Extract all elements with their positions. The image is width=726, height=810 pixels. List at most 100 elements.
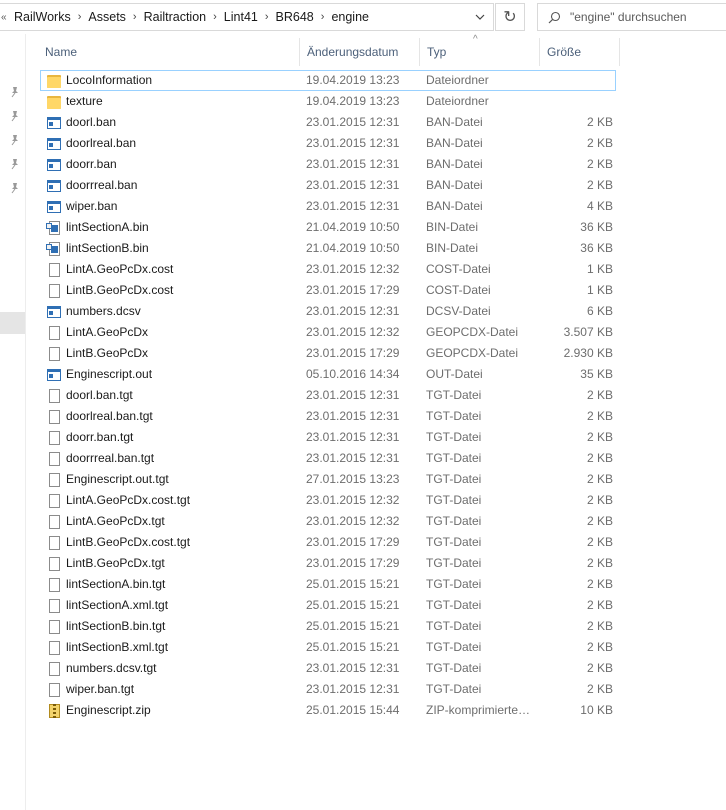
- file-row[interactable]: lintSectionB.xml.tgt 25.01.2015 15:21 TGT-…: [40, 637, 616, 658]
- file-type: Dateiordner: [426, 94, 489, 108]
- file-type: TGT-Datei: [426, 619, 482, 633]
- file-size: 2.930 KB: [563, 346, 613, 360]
- pin-icon[interactable]: [9, 158, 21, 170]
- file-date: 23.01.2015 12:31: [306, 304, 400, 318]
- breadcrumb-item[interactable]: engine: [329, 10, 371, 24]
- file-type: TGT-Datei: [426, 598, 482, 612]
- file-row[interactable]: lintSectionB.bin 21.04.2019 10:50 BIN-Date…: [40, 238, 616, 259]
- column-header-type[interactable]: Typ: [420, 38, 540, 66]
- file-date: 23.01.2015 12:31: [306, 682, 400, 696]
- file-row[interactable]: texture 19.04.2019 13:23 Dateiordner: [40, 91, 616, 112]
- file-icon: [46, 472, 62, 488]
- breadcrumb-separator-icon[interactable]: ›: [260, 11, 274, 23]
- file-row[interactable]: doorr.ban.tgt 23.01.2015 12:31 TGT-Datei 2 …: [40, 427, 616, 448]
- file-row[interactable]: Enginescript.zip 25.01.2015 15:44 ZIP-komp…: [40, 700, 616, 721]
- pin-icon[interactable]: [9, 182, 21, 194]
- file-date: 23.01.2015 12:31: [306, 388, 400, 402]
- file-row[interactable]: doorl.ban.tgt 23.01.2015 12:31 TGT-Datei 2 …: [40, 385, 616, 406]
- file-size: 2 KB: [586, 682, 613, 696]
- nav-selected-item[interactable]: [0, 312, 25, 334]
- pin-icon[interactable]: [9, 134, 21, 146]
- file-date: 05.10.2016 14:34: [306, 367, 400, 381]
- pin-icon[interactable]: [9, 110, 21, 122]
- file-type: BAN-Datei: [426, 178, 483, 192]
- file-row[interactable]: doorrreal.ban 23.01.2015 12:31 BAN-Datei 2 …: [40, 175, 616, 196]
- file-name: wiper.ban: [66, 199, 118, 213]
- file-row[interactable]: Enginescript.out 05.10.2016 14:34 OUT-Date…: [40, 364, 616, 385]
- search-box[interactable]: [537, 3, 726, 31]
- breadcrumb-separator-icon[interactable]: ›: [73, 11, 87, 23]
- file-row[interactable]: numbers.dcsv 23.01.2015 12:31 DCSV-Datei 6 …: [40, 301, 616, 322]
- refresh-button[interactable]: ↻: [495, 3, 525, 31]
- breadcrumb-item[interactable]: BR648: [274, 10, 316, 24]
- file-date: 23.01.2015 12:32: [306, 325, 400, 339]
- breadcrumb-item[interactable]: RailWorks: [12, 10, 73, 24]
- file-size: 2 KB: [586, 157, 613, 171]
- file-icon: [46, 325, 62, 341]
- breadcrumb-separator-icon[interactable]: ›: [316, 11, 330, 23]
- file-size: 2 KB: [586, 178, 613, 192]
- column-header-name[interactable]: Name: [38, 38, 300, 66]
- file-size: 2 KB: [586, 598, 613, 612]
- file-row[interactable]: lintSectionA.xml.tgt 25.01.2015 15:21 TGT-…: [40, 595, 616, 616]
- file-size: 6 KB: [586, 304, 613, 318]
- file-size: 2 KB: [586, 577, 613, 591]
- file-row[interactable]: LintA.GeoPcDx.cost 23.01.2015 12:32 COST-D…: [40, 259, 616, 280]
- file-row[interactable]: doorlreal.ban 23.01.2015 12:31 BAN-Datei 2 …: [40, 133, 616, 154]
- file-date: 23.01.2015 12:31: [306, 661, 400, 675]
- file-name: lintSectionB.bin: [66, 241, 149, 255]
- file-icon: [46, 451, 62, 467]
- file-row[interactable]: LintB.GeoPcDx.tgt 23.01.2015 17:29 TGT-Dat…: [40, 553, 616, 574]
- file-name: doorrreal.ban.tgt: [66, 451, 155, 465]
- address-bar[interactable]: « RailWorks › Assets › Railtraction › Lint41 › B…: [0, 3, 494, 31]
- toolbar: « RailWorks › Assets › Railtraction › Lint41 › B…: [0, 0, 726, 34]
- column-header-size[interactable]: Größe: [540, 38, 620, 66]
- file-name: LintB.GeoPcDx: [66, 346, 149, 360]
- file-name: doorr.ban.tgt: [66, 430, 134, 444]
- file-row[interactable]: doorrreal.ban.tgt 23.01.2015 12:31 TGT-Dat…: [40, 448, 616, 469]
- file-name: doorlreal.ban.tgt: [66, 409, 153, 423]
- search-input[interactable]: [570, 10, 720, 24]
- file-name: doorl.ban: [66, 115, 117, 129]
- breadcrumb-item[interactable]: Assets: [86, 10, 128, 24]
- file-row[interactable]: LintA.GeoPcDx.cost.tgt 23.01.2015 12:32 TG…: [40, 490, 616, 511]
- pin-icon[interactable]: [9, 86, 21, 98]
- file-row[interactable]: doorr.ban 23.01.2015 12:31 BAN-Datei 2 KB: [40, 154, 616, 175]
- breadcrumb-item[interactable]: Railtraction: [142, 10, 209, 24]
- file-name: LintA.GeoPcDx.cost.tgt: [66, 493, 191, 507]
- column-header-date[interactable]: Änderungsdatum: [300, 38, 420, 66]
- file-name: LintA.GeoPcDx.tgt: [66, 514, 165, 528]
- binary-file-icon: [46, 367, 62, 383]
- file-row[interactable]: doorlreal.ban.tgt 23.01.2015 12:31 TGT-Dat…: [40, 406, 616, 427]
- file-row[interactable]: doorl.ban 23.01.2015 12:31 BAN-Datei 2 KB: [40, 112, 616, 133]
- file-row[interactable]: LintA.GeoPcDx.tgt 23.01.2015 12:32 TGT-Dat…: [40, 511, 616, 532]
- file-row[interactable]: lintSectionB.bin.tgt 25.01.2015 15:21 TGT-…: [40, 616, 616, 637]
- file-row[interactable]: wiper.ban 23.01.2015 12:31 BAN-Datei 4 KB: [40, 196, 616, 217]
- file-name: LintB.GeoPcDx.cost.tgt: [66, 535, 191, 549]
- file-row[interactable]: Enginescript.out.tgt 27.01.2015 13:23 TGT-…: [40, 469, 616, 490]
- breadcrumb-separator-icon[interactable]: ›: [128, 11, 142, 23]
- bin-window-icon: [46, 220, 62, 236]
- file-icon: [46, 640, 62, 656]
- file-row[interactable]: LintB.GeoPcDx 23.01.2015 17:29 GEOPCDX-Dat…: [40, 343, 616, 364]
- file-row[interactable]: wiper.ban.tgt 23.01.2015 12:31 TGT-Datei 2 …: [40, 679, 616, 700]
- breadcrumb-separator-icon[interactable]: ›: [208, 11, 222, 23]
- breadcrumb-item[interactable]: Lint41: [222, 10, 260, 24]
- file-row[interactable]: LocoInformation 19.04.2019 13:23 Dateiordn…: [40, 70, 616, 91]
- overflow-chevron-icon[interactable]: «: [0, 12, 12, 23]
- file-icon: [46, 430, 62, 446]
- file-name: LintA.GeoPcDx.cost: [66, 262, 174, 276]
- file-row[interactable]: LintB.GeoPcDx.cost 23.01.2015 17:29 COST-D…: [40, 280, 616, 301]
- file-row[interactable]: LintB.GeoPcDx.cost.tgt 23.01.2015 17:29 TG…: [40, 532, 616, 553]
- file-row[interactable]: lintSectionA.bin.tgt 25.01.2015 15:21 TGT-…: [40, 574, 616, 595]
- file-row[interactable]: lintSectionA.bin 21.04.2019 10:50 BIN-Date…: [40, 217, 616, 238]
- file-icon: [46, 283, 62, 299]
- file-type: BIN-Datei: [426, 220, 479, 234]
- file-row[interactable]: LintA.GeoPcDx 23.01.2015 12:32 GEOPCDX-Dat…: [40, 322, 616, 343]
- chevron-down-icon[interactable]: [467, 4, 493, 30]
- navigation-pane[interactable]: [0, 34, 26, 810]
- file-size: 2 KB: [586, 451, 613, 465]
- file-type: OUT-Datei: [426, 367, 483, 381]
- file-size: 2 KB: [586, 493, 613, 507]
- file-row[interactable]: numbers.dcsv.tgt 23.01.2015 12:31 TGT-Date…: [40, 658, 616, 679]
